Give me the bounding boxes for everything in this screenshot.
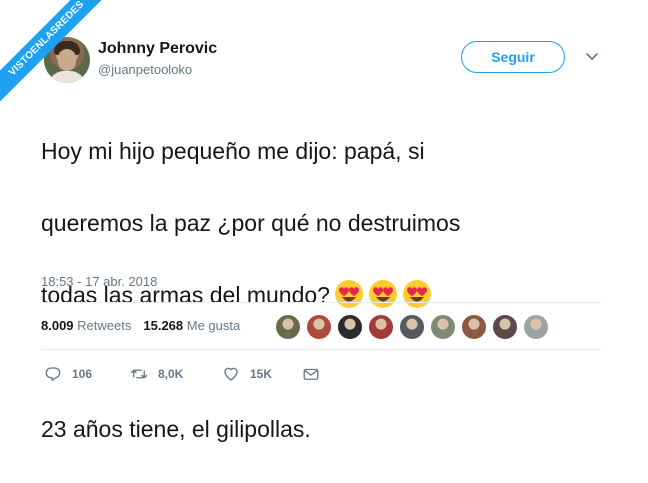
direct-message-button[interactable] bbox=[302, 365, 320, 383]
follow-button[interactable]: Seguir bbox=[461, 41, 565, 73]
retweets-stat[interactable]: 8.009 Retweets bbox=[41, 318, 131, 333]
tweet-text: Hoy mi hijo pequeño me dijo: papá, si qu… bbox=[41, 97, 601, 483]
reply-button[interactable]: 106 bbox=[44, 365, 130, 383]
liker-avatar[interactable] bbox=[275, 314, 301, 340]
engagement-stats: 8.009 Retweets 15.268 Me gusta bbox=[41, 318, 240, 333]
heart-icon bbox=[224, 367, 238, 381]
liker-avatar[interactable] bbox=[523, 314, 549, 340]
like-button[interactable]: 15K bbox=[222, 365, 302, 383]
liker-avatar[interactable] bbox=[337, 314, 363, 340]
tweet-line: 23 años tiene, el gilipollas. bbox=[41, 416, 311, 442]
heart-eyes-emoji bbox=[368, 280, 397, 308]
liker-avatar[interactable] bbox=[492, 314, 518, 340]
retweet-icon bbox=[130, 369, 148, 379]
chevron-down-icon[interactable] bbox=[585, 52, 599, 62]
likes-stat[interactable]: 15.268 Me gusta bbox=[143, 318, 240, 333]
tweet-timestamp[interactable]: 18:53 - 17 abr. 2018 bbox=[41, 274, 157, 289]
retweet-button[interactable]: 8,0K bbox=[130, 365, 222, 383]
liker-avatar[interactable] bbox=[306, 314, 332, 340]
reply-count: 106 bbox=[72, 367, 93, 381]
reply-icon bbox=[45, 367, 61, 382]
tweet-actions: 106 8,0K 15K bbox=[44, 365, 320, 383]
liker-avatar[interactable] bbox=[430, 314, 456, 340]
heart-eyes-emoji bbox=[402, 280, 431, 308]
tweet-line: Hoy mi hijo pequeño me dijo: papá, si bbox=[41, 138, 425, 164]
liker-avatar[interactable] bbox=[368, 314, 394, 340]
liker-avatars bbox=[275, 314, 554, 340]
watermark-ribbon: VISTOENLASREDES bbox=[0, 0, 130, 130]
divider bbox=[41, 302, 601, 303]
envelope-icon bbox=[303, 368, 319, 380]
liker-avatar[interactable] bbox=[399, 314, 425, 340]
divider bbox=[41, 349, 601, 350]
retweet-count: 8,0K bbox=[158, 367, 184, 381]
like-count: 15K bbox=[250, 367, 273, 381]
heart-eyes-emoji bbox=[334, 280, 363, 308]
liker-avatar[interactable] bbox=[461, 314, 487, 340]
watermark-text: VISTOENLASREDES bbox=[0, 0, 115, 107]
tweet-line: queremos la paz ¿por qué no destruimos bbox=[41, 210, 461, 236]
